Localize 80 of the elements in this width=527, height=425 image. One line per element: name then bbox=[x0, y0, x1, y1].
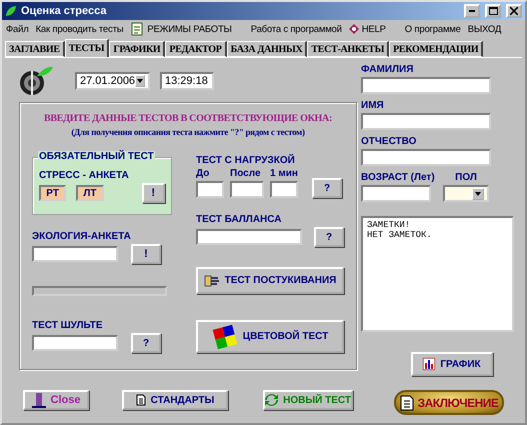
tapping-test-button[interactable]: ТЕСТ ПОСТУКИВАНИЯ bbox=[196, 267, 344, 294]
diamond-icon bbox=[348, 24, 359, 34]
menu-item[interactable]: Как проводить тесты bbox=[36, 24, 124, 34]
tab[interactable]: ТЕСТ-АНКЕТЫ bbox=[307, 41, 390, 57]
tab[interactable]: ЗАГЛАВИЕ bbox=[5, 41, 65, 57]
column-label: До bbox=[196, 168, 210, 179]
schulte-label: ТЕСТ ШУЛЬТЕ bbox=[32, 320, 104, 331]
name-field-label: ФАМИЛИЯ bbox=[361, 64, 414, 75]
info-button[interactable]: ! bbox=[142, 183, 165, 203]
name-field-label: ИМЯ bbox=[361, 100, 385, 111]
age-field[interactable] bbox=[361, 185, 431, 202]
help-button[interactable]: ? bbox=[312, 178, 342, 198]
close-button[interactable] bbox=[506, 4, 522, 18]
help-button[interactable]: ? bbox=[131, 333, 161, 353]
dropdown-button[interactable] bbox=[472, 188, 484, 200]
stress-questionnaire-label: СТРЕСС - АНКЕТА bbox=[39, 170, 130, 181]
tree-logo-icon bbox=[19, 66, 53, 96]
info-button[interactable]: ! bbox=[131, 244, 161, 264]
tab[interactable]: РЕДАКТОР bbox=[165, 41, 227, 57]
ecology-field[interactable] bbox=[32, 246, 118, 262]
column-label: После bbox=[230, 168, 262, 179]
close-icon bbox=[510, 7, 518, 15]
instruction-hint: (Для получения описания теста нажмите "?" рядом с тестом) bbox=[70, 127, 306, 137]
color-test-button[interactable]: ЦВЕТОВОЙ ТЕСТ bbox=[196, 320, 344, 353]
standards-button[interactable]: СТАНДАРТЫ bbox=[122, 390, 228, 410]
load-field[interactable] bbox=[196, 181, 224, 198]
tab[interactable]: РЕКОМЕНДАЦИИ bbox=[389, 41, 484, 57]
close-button[interactable]: Close bbox=[23, 390, 89, 410]
name-field[interactable] bbox=[361, 77, 491, 94]
notes-area[interactable]: ЗАМЕТКИ! НЕТ ЗАМЕТОК. bbox=[361, 216, 514, 332]
tab[interactable]: ТЕСТЫ bbox=[64, 39, 110, 57]
sex-dropdown[interactable] bbox=[443, 185, 489, 202]
bar-chart-icon bbox=[423, 358, 436, 370]
hand-icon bbox=[204, 274, 220, 288]
tab[interactable]: БАЗА ДАННЫХ bbox=[226, 41, 308, 57]
menu-item[interactable]: Файл bbox=[6, 24, 29, 34]
instruction-title: ВВЕДИТЕ ДАННЫЕ ТЕСТОВ В СООТВЕТСТВУЮЩИЕ ОКНА: bbox=[43, 113, 333, 124]
score-field[interactable]: ЛТ bbox=[76, 185, 104, 201]
dropdown-button[interactable] bbox=[135, 75, 145, 87]
group-title: ОБЯЗАТЕЛЬНЫЙ ТЕСТ bbox=[38, 151, 155, 162]
sex-label: ПОЛ bbox=[455, 172, 477, 183]
schulte-field[interactable] bbox=[32, 335, 118, 351]
load-field[interactable] bbox=[270, 181, 298, 198]
document-icon bbox=[136, 394, 146, 406]
conclusion-button[interactable]: ЗАКЛЮЧЕНИЕ bbox=[394, 390, 504, 415]
load-field[interactable] bbox=[230, 181, 264, 198]
load-test-label: ТЕСТ С НАГРУЗКОЙ bbox=[196, 155, 296, 166]
maximize-icon bbox=[488, 7, 498, 15]
help-button[interactable]: ? bbox=[314, 227, 344, 247]
ecology-label: ЭКОЛОГИЯ-АНКЕТА bbox=[32, 231, 132, 242]
caret-icon bbox=[137, 79, 144, 83]
balance-label: ТЕСТ БАЛЛАНСА bbox=[196, 214, 282, 225]
score-field[interactable]: РТ bbox=[39, 185, 66, 201]
column-label: 1 мин bbox=[270, 168, 298, 179]
color-squares-icon bbox=[212, 324, 238, 350]
maximize-button[interactable] bbox=[485, 4, 501, 18]
menu-item[interactable]: О программе bbox=[404, 24, 461, 34]
graph-button[interactable]: ГРАФИК bbox=[411, 352, 493, 376]
note-line: НЕТ ЗАМЕТОК. bbox=[367, 230, 433, 240]
name-field[interactable] bbox=[361, 149, 491, 166]
door-icon bbox=[32, 392, 46, 408]
tab[interactable]: ГРАФИКИ bbox=[109, 41, 166, 57]
name-field[interactable] bbox=[361, 113, 491, 130]
note-line: ЗАМЕТКИ! bbox=[367, 220, 412, 230]
balance-field[interactable] bbox=[196, 229, 302, 245]
caret-icon bbox=[475, 192, 481, 196]
minimize-icon bbox=[469, 10, 475, 12]
menu-item[interactable]: РЕЖИМЫ РАБОТЫ bbox=[130, 22, 232, 36]
time-field[interactable]: 13:29:18 bbox=[160, 72, 214, 90]
menu-item[interactable]: Работа с программой bbox=[250, 24, 342, 34]
name-field-label: ОТЧЕСТВО bbox=[361, 136, 418, 147]
leaf-icon bbox=[5, 5, 17, 17]
refresh-icon bbox=[265, 393, 278, 407]
menu-item[interactable]: HELP bbox=[348, 24, 386, 34]
minimize-button[interactable] bbox=[464, 4, 480, 18]
date-dropdown[interactable]: 27.01.2006 bbox=[75, 72, 150, 90]
notepad-icon bbox=[130, 22, 144, 36]
document-icon bbox=[400, 394, 414, 410]
menu-item[interactable]: ВЫХОД bbox=[468, 24, 502, 34]
window-title: Оценка стресса bbox=[21, 5, 108, 17]
